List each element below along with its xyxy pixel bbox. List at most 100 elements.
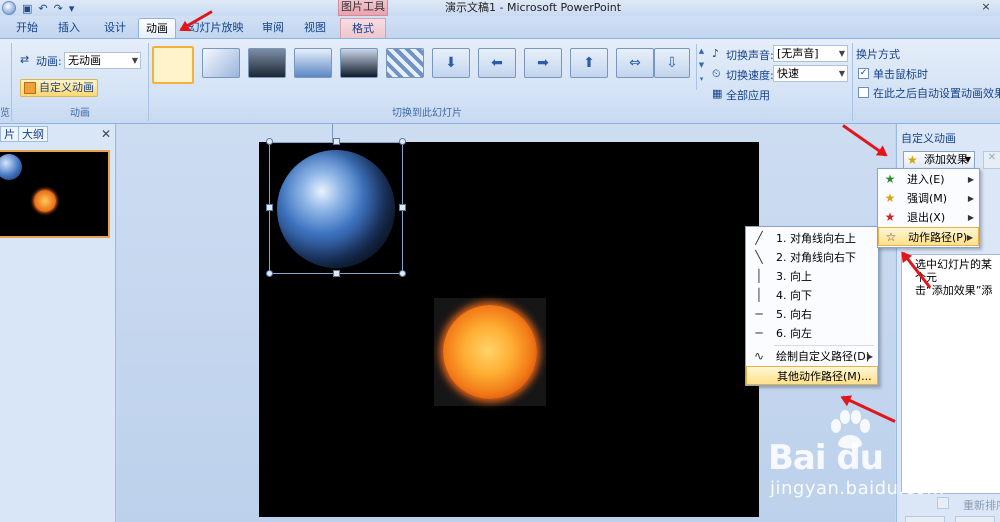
line-left-icon: ─ bbox=[755, 326, 763, 340]
transition-sound-label: 切换声音: bbox=[726, 49, 774, 62]
freeform-path-icon: ∿ bbox=[753, 349, 765, 363]
animation-group-label: 动画 bbox=[70, 108, 90, 119]
arrow-up-icon[interactable]: ⬆ bbox=[570, 48, 608, 78]
menu-item-motion-paths[interactable]: ☆ 动作路径(P) ▶ bbox=[878, 227, 979, 246]
picture-tools-header: 图片工具 bbox=[338, 0, 388, 16]
apply-all-button[interactable]: 全部应用 bbox=[726, 87, 770, 103]
tab-insert[interactable]: 插入 bbox=[52, 18, 86, 38]
auto-after-checkbox[interactable] bbox=[858, 87, 869, 98]
partial-group-label: 览 bbox=[0, 108, 10, 119]
add-effect-menu: ★ 进入(E) ▶ ★ 强调(M) ▶ ★ 退出(X) ▶ ☆ 动作路径(P) … bbox=[877, 168, 980, 248]
menu-item-exit[interactable]: ★ 退出(X) ▶ bbox=[878, 208, 979, 227]
window-title: 演示文稿1 - Microsoft PowerPoint bbox=[445, 1, 622, 14]
menu-item-emphasis[interactable]: ★ 强调(M) ▶ bbox=[878, 189, 979, 208]
menu-item-draw-custom-path[interactable]: ∿ 绘制自定义路径(D) ▶ bbox=[746, 347, 878, 366]
slides-pane: 片 大纲 ✕ bbox=[0, 124, 116, 522]
task-pane-hint: 选中幻灯片的某个元 击“添加效果”添 bbox=[915, 258, 993, 297]
transition-thumb[interactable] bbox=[340, 48, 378, 78]
close-pane-button[interactable]: ✕ bbox=[101, 127, 111, 141]
chevron-right-icon: ▶ bbox=[967, 194, 974, 203]
add-effect-button[interactable]: ★ 添加效果 ▼ bbox=[903, 151, 975, 169]
transition-gallery: ⬇ ⬅ ➡ ⬆ ⇔ ⇩ bbox=[150, 44, 695, 90]
transition-sound-select[interactable]: [无声音] ▼ bbox=[773, 45, 848, 62]
arrow-down-icon[interactable]: ⇩ bbox=[654, 48, 690, 78]
custom-animation-button[interactable]: 自定义动画 bbox=[20, 79, 98, 97]
resize-handle[interactable] bbox=[266, 270, 273, 277]
resize-handle[interactable] bbox=[333, 270, 340, 277]
transition-thumb[interactable] bbox=[386, 48, 424, 78]
ribbon-tabs: 开始 插入 设计 动画 幻灯片放映 审阅 视图 格式 bbox=[0, 16, 1000, 38]
transition-thumb[interactable] bbox=[202, 48, 240, 78]
sound-icon: ♪ bbox=[712, 47, 720, 60]
resize-handle[interactable] bbox=[399, 138, 406, 145]
menu-item-entrance[interactable]: ★ 进入(E) ▶ bbox=[878, 170, 979, 189]
tab-animations[interactable]: 动画 bbox=[138, 18, 176, 38]
line-down-icon: │ bbox=[755, 288, 763, 302]
chevron-down-icon: ▼ bbox=[838, 69, 845, 78]
tab-design[interactable]: 设计 bbox=[96, 18, 134, 38]
tab-view[interactable]: 视图 bbox=[298, 18, 332, 38]
customize-toolbar-icon[interactable]: ▾ bbox=[69, 2, 75, 15]
redo-icon[interactable]: ↷ bbox=[54, 2, 63, 15]
resize-handle[interactable] bbox=[399, 204, 406, 211]
animate-label: 动画: bbox=[36, 55, 62, 68]
transition-thumb[interactable] bbox=[248, 48, 286, 78]
tab-slides[interactable]: 片 bbox=[0, 126, 19, 142]
resize-handle[interactable] bbox=[333, 138, 340, 145]
window-close-button[interactable]: × bbox=[976, 0, 996, 14]
slide-canvas[interactable] bbox=[259, 138, 759, 517]
earth-image[interactable] bbox=[277, 150, 395, 268]
tab-review[interactable]: 审阅 bbox=[256, 18, 290, 38]
apply-all-icon: ▦ bbox=[712, 87, 723, 100]
arrow-left-icon[interactable]: ⬅ bbox=[478, 48, 516, 78]
sun-thumbnail-image bbox=[34, 190, 56, 212]
line-right-icon: ─ bbox=[755, 307, 763, 321]
transition-group-label: 切换到此幻灯片 bbox=[392, 108, 462, 119]
transition-thumb[interactable] bbox=[294, 48, 332, 78]
gallery-scroll[interactable]: ▲ ▼ ▾ bbox=[696, 44, 706, 90]
tab-format[interactable]: 格式 bbox=[340, 18, 386, 38]
tab-home[interactable]: 开始 bbox=[10, 18, 44, 38]
office-button-icon[interactable] bbox=[2, 1, 16, 15]
menu-item-diagonal-down-right[interactable]: ╲ 2. 对角线向右下 bbox=[746, 248, 878, 267]
resize-handle[interactable] bbox=[266, 138, 273, 145]
menu-item-down[interactable]: │ 4. 向下 bbox=[746, 286, 878, 305]
menu-item-diagonal-up-right[interactable]: ╱ 1. 对角线向右上 bbox=[746, 229, 878, 248]
sun-glow bbox=[443, 305, 537, 399]
arrow-right-icon[interactable]: ➡ bbox=[524, 48, 562, 78]
chevron-down-icon: ▼ bbox=[964, 155, 971, 164]
transition-speed-label: 切换速度: bbox=[726, 69, 774, 82]
speed-icon: ⏲ bbox=[712, 67, 721, 80]
menu-item-left[interactable]: ─ 6. 向左 bbox=[746, 324, 878, 343]
undo-icon[interactable]: ↶ bbox=[38, 2, 47, 15]
arrow-down-icon[interactable]: ⬇ bbox=[432, 48, 470, 78]
watermark-brand: Bai du bbox=[768, 438, 884, 478]
ribbon: 览 ⇄ 动画: 无动画 ▼ 自定义动画 动画 ⬇ ⬅ ➡ ⬆ ⇔ ⇩ ▲ ▼ ▾ 切… bbox=[0, 38, 1000, 124]
slide-thumbnail[interactable] bbox=[0, 150, 110, 238]
tab-outline[interactable]: 大纲 bbox=[18, 126, 48, 142]
remove-effect-button[interactable]: ✕ bbox=[983, 151, 1000, 169]
animate-label-icon: ⇄ bbox=[20, 53, 30, 66]
chevron-down-icon: ▼ bbox=[131, 56, 138, 65]
save-icon[interactable]: ▣ bbox=[22, 2, 32, 15]
transition-none-thumb[interactable] bbox=[152, 46, 194, 84]
diagonal-up-icon: ╱ bbox=[755, 231, 763, 245]
resize-handle[interactable] bbox=[266, 204, 273, 211]
entrance-star-icon: ★ bbox=[884, 172, 896, 186]
baidu-watermark: Bai du jingyan.baidu.com bbox=[760, 410, 1000, 522]
animate-select[interactable]: 无动画 ▼ bbox=[64, 52, 141, 69]
on-click-checkbox[interactable]: ✓ bbox=[858, 68, 869, 79]
menu-item-up[interactable]: │ 3. 向上 bbox=[746, 267, 878, 286]
slides-pane-tabs: 片 大纲 ✕ bbox=[0, 126, 116, 142]
resize-handle[interactable] bbox=[399, 270, 406, 277]
menu-item-more-motion-paths[interactable]: 其他动作路径(M)... bbox=[746, 366, 878, 385]
menu-item-right[interactable]: ─ 5. 向右 bbox=[746, 305, 878, 324]
sun-image[interactable] bbox=[434, 298, 546, 406]
chevron-right-icon: ▶ bbox=[967, 175, 974, 184]
task-pane-title: 自定义动画 bbox=[901, 132, 956, 145]
chevron-right-icon: ▶ bbox=[967, 213, 974, 222]
transition-speed-select[interactable]: 快速 ▼ bbox=[773, 65, 848, 82]
on-click-label: 单击鼠标时 bbox=[873, 68, 928, 81]
chevron-right-icon: ▶ bbox=[966, 233, 973, 242]
split-icon[interactable]: ⇔ bbox=[616, 48, 654, 78]
